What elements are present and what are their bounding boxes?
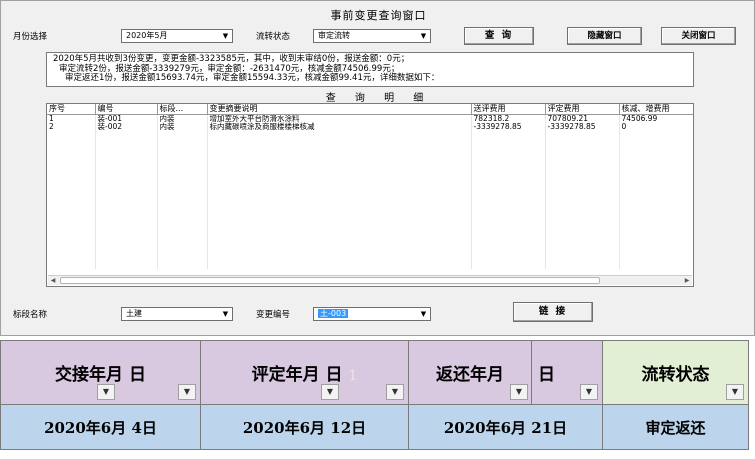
column-header[interactable]: 评定费用 (545, 104, 620, 115)
table-cell: 内装 (157, 122, 208, 130)
sheet-header-cell[interactable]: 日 ▼ (531, 340, 603, 405)
sheet-header-row: 交接年月 日 ▼ ▼ 评定年月 日 1 ▼ ▼ 返还年月 ▼ 日 ▼ 流转状态 … (0, 340, 749, 405)
sheet-header-label: 交接年月 日 (55, 365, 146, 385)
summary-box: 2020年5月共收到3份变更，变更金额-3323585元，其中，收到未审结0份，… (46, 52, 694, 87)
sheet-header-label: 流转状态 (641, 365, 710, 385)
table-row[interactable]: 1 装-001 内装 增加室外大平台防滑水涂料 782318.2 707809.… (47, 114, 693, 122)
table-cell: 2 (47, 122, 96, 130)
table-cell: 内装 (157, 114, 208, 122)
section-select[interactable]: 土建 ▼ (121, 307, 233, 321)
table-cell: 0 (619, 122, 693, 130)
detail-subtitle: 查 询 明 细 (325, 93, 432, 104)
summary-line: 审定返还1份，报送金额15693.74元，审定金额15594.33元，核减金额9… (65, 73, 440, 83)
column-header[interactable]: 序号 (47, 104, 96, 115)
chevron-down-icon[interactable]: ▼ (418, 31, 429, 41)
sheet-header-label: 返还年月 (436, 365, 504, 385)
column-header[interactable]: 编号 (95, 104, 158, 115)
faint-mark: 1 (348, 368, 358, 384)
table-cell: 装-001 (95, 114, 158, 122)
hide-window-button[interactable]: 隐藏窗口 (567, 27, 642, 45)
sheet-header-cell[interactable]: 返还年月 ▼ (408, 340, 532, 405)
change-no-value: 土-003 (318, 309, 349, 318)
query-button[interactable]: 查 询 (464, 27, 534, 45)
scroll-right-icon[interactable]: ▶ (682, 276, 692, 285)
table-cell: 标内藏碳喷涂及商服楼楼梯核减 (207, 122, 472, 130)
sheet-value-cell[interactable]: 审定返还 (602, 404, 749, 450)
status-select[interactable]: 审定流转 ▼ (313, 29, 431, 43)
table-cell: 增加室外大平台防滑水涂料 (207, 114, 472, 122)
change-no-label: 变更编号 (256, 310, 291, 320)
sheet-value-cell[interactable]: 2020年6月 4日 (0, 404, 201, 450)
chevron-down-icon[interactable]: ▼ (220, 31, 231, 41)
month-select[interactable]: 2020年5月 ▼ (121, 29, 233, 43)
chevron-down-icon[interactable]: ▼ (418, 309, 429, 319)
table-cell: 装-002 (95, 122, 158, 130)
table-row[interactable]: 2 装-002 内装 标内藏碳喷涂及商服楼楼梯核减 -3339278.85 -3… (47, 122, 693, 130)
sheet-header-label: 日 (538, 365, 555, 385)
sheet-value-cell[interactable]: 2020年6月 12日 (200, 404, 409, 450)
chevron-down-icon[interactable]: ▼ (220, 309, 231, 319)
table-cell: 74506.99 (619, 114, 693, 122)
sheet-value-cell[interactable]: 2020年6月 21日 (408, 404, 603, 450)
sheet-header-cell[interactable]: 评定年月 日 1 ▼ ▼ (200, 340, 409, 405)
month-label: 月份选择 (13, 32, 48, 42)
horizontal-scrollbar[interactable]: ◀ ▶ (48, 275, 692, 285)
sheet-header-label: 评定年月 日 (251, 365, 343, 385)
scroll-left-icon[interactable]: ◀ (48, 276, 58, 285)
window-title: 事前变更查询窗口 (330, 9, 427, 22)
month-select-value: 2020年5月 (126, 31, 168, 40)
chevron-down-icon[interactable]: ▼ (386, 384, 404, 400)
chevron-down-icon[interactable]: ▼ (321, 384, 339, 400)
chevron-down-icon[interactable]: ▼ (178, 384, 196, 400)
spreadsheet-region: 交接年月 日 ▼ ▼ 评定年月 日 1 ▼ ▼ 返还年月 ▼ 日 ▼ 流转状态 … (0, 340, 755, 459)
section-select-value: 土建 (126, 309, 142, 318)
status-label: 流转状态 (256, 32, 291, 42)
empty-row (47, 130, 693, 269)
sheet-header-cell[interactable]: 交接年月 日 ▼ ▼ (0, 340, 201, 405)
status-select-value: 审定流转 (318, 31, 350, 40)
column-header[interactable]: 标段... (157, 104, 208, 115)
column-header[interactable]: 核减、增费用 (619, 104, 693, 115)
table-cell: 782318.2 (471, 114, 546, 122)
table-cell: 1 (47, 114, 96, 122)
link-button[interactable]: 链 接 (513, 302, 593, 322)
chevron-down-icon[interactable]: ▼ (580, 384, 598, 400)
chevron-down-icon[interactable]: ▼ (510, 384, 528, 400)
sheet-value-row: 2020年6月 4日 2020年6月 12日 2020年6月 21日 审定返还 (0, 404, 749, 450)
change-no-select[interactable]: 土-003 ▼ (313, 307, 431, 321)
scroll-thumb[interactable] (60, 277, 600, 284)
grid-header-row: 序号 编号 标段... 变更摘要说明 送评费用 评定费用 核减、增费用 (47, 104, 693, 115)
column-header[interactable]: 送评费用 (471, 104, 546, 115)
query-window: 事前变更查询窗口 月份选择 2020年5月 ▼ 流转状态 审定流转 ▼ 查 询 … (0, 0, 755, 336)
table-cell: -3339278.85 (471, 122, 546, 130)
chevron-down-icon[interactable]: ▼ (97, 384, 115, 400)
table-cell: -3339278.85 (545, 122, 620, 130)
column-header[interactable]: 变更摘要说明 (207, 104, 472, 115)
sheet-header-cell[interactable]: 流转状态 ▼ (602, 340, 749, 405)
section-label: 标段名称 (13, 310, 48, 320)
table-cell: 707809.21 (545, 114, 620, 122)
close-window-button[interactable]: 关闭窗口 (661, 27, 736, 45)
detail-grid[interactable]: 序号 编号 标段... 变更摘要说明 送评费用 评定费用 核减、增费用 1 装-… (46, 103, 694, 287)
chevron-down-icon[interactable]: ▼ (726, 384, 744, 400)
